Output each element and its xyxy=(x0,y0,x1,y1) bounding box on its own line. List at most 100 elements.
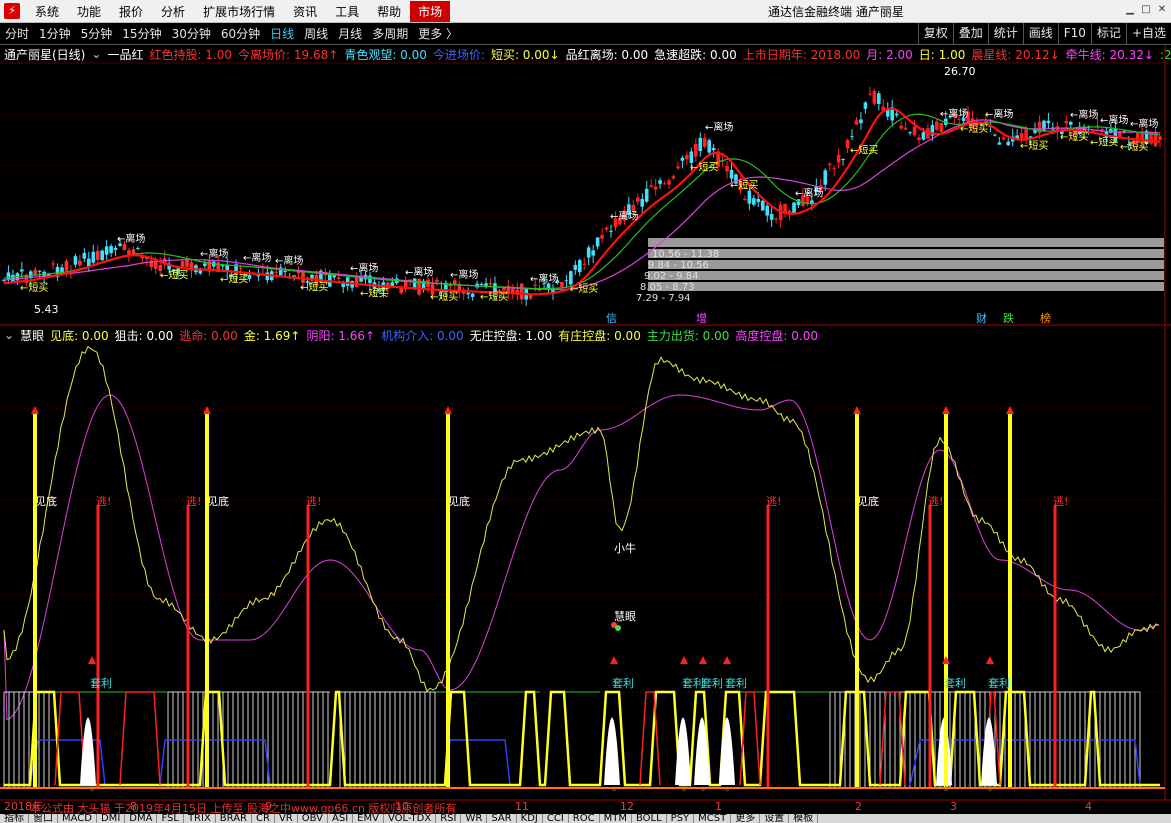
candle-body xyxy=(863,102,868,109)
candle-body xyxy=(711,148,716,151)
indicator-tab-17[interactable]: KDJ xyxy=(517,814,543,823)
taoli-label: 套利 xyxy=(90,677,112,690)
candle-body xyxy=(390,282,395,287)
candle-body xyxy=(600,234,604,239)
indicator-tab-19[interactable]: ROC xyxy=(569,814,600,823)
taoli-label: 套利 xyxy=(725,677,747,690)
indicator-tab-15[interactable]: WR xyxy=(461,814,488,823)
leave-label: ←离场 xyxy=(243,251,271,264)
candle-body xyxy=(28,271,33,278)
jiandi-spike xyxy=(855,412,859,788)
jiandi-label: 见底 xyxy=(448,494,470,508)
jiandi-label: 见底 xyxy=(207,494,229,508)
candle-body xyxy=(662,183,667,185)
jiandi-label: 见底 xyxy=(857,494,879,508)
candle-body xyxy=(877,93,881,105)
tao-spike xyxy=(96,505,100,788)
arrow-up-icon xyxy=(699,656,707,664)
indicator-tab-18[interactable]: CCI xyxy=(543,814,569,823)
candle-body xyxy=(752,198,756,205)
indicator-tab-24[interactable]: 更多 xyxy=(731,814,761,823)
leave-label: ←离场 xyxy=(1070,108,1098,121)
high-price-label: 26.70 xyxy=(944,65,976,78)
candle-body xyxy=(997,142,1002,145)
indicator-tab-5[interactable]: FSL xyxy=(157,814,184,823)
taoli-label: 套利 xyxy=(988,677,1010,690)
indicator-tab-23[interactable]: MCST xyxy=(694,814,732,823)
indicator-tab-26[interactable]: 模板 xyxy=(789,814,819,823)
indicator-tab-25[interactable]: 设置 xyxy=(760,814,790,823)
red-pulse-line xyxy=(119,691,161,786)
candle-body xyxy=(336,277,341,280)
candle-body xyxy=(694,143,698,157)
candle-body xyxy=(470,293,475,297)
price-range-bar xyxy=(648,238,1164,247)
chart-canvas[interactable]: 10.56 - 11.389.84 - 10.569.02 - 9.848.05… xyxy=(0,0,1171,823)
candle-body xyxy=(203,263,207,266)
candle-body xyxy=(341,283,346,288)
candle-body xyxy=(725,166,729,172)
leave-label: ←离场 xyxy=(985,108,1013,121)
indicator-tab-22[interactable]: PSY xyxy=(667,814,695,823)
yinyang-line xyxy=(3,394,1160,721)
indicator-tab-14[interactable]: RSI xyxy=(436,814,462,823)
price-range-bar xyxy=(648,260,1164,269)
buy-label: ←短买 xyxy=(1090,136,1118,149)
arrow-up-icon xyxy=(88,656,96,664)
tao-spike xyxy=(928,505,932,788)
indicator-tab-2[interactable]: MACD xyxy=(58,814,97,823)
indicator-tab-20[interactable]: MTM xyxy=(600,814,632,823)
indicator-tab-bar: 指标 窗口 MACD DMI DMA FSL TRIX BRAR CR VR OBV ASI EMV VO… xyxy=(0,814,1171,823)
candle-body xyxy=(841,159,845,161)
time-axis-label-4: 11 xyxy=(515,800,529,813)
candle-body xyxy=(127,250,131,255)
arrow-up-icon xyxy=(942,406,950,414)
indicator-tab-7[interactable]: BRAR xyxy=(216,814,252,823)
candle-body xyxy=(823,170,828,185)
leave-label: ←离场 xyxy=(1100,114,1128,127)
arrow-up-icon xyxy=(853,406,861,414)
candle-body xyxy=(1001,137,1006,140)
candle-body xyxy=(220,265,225,267)
leave-label: ←离场 xyxy=(705,121,733,134)
tao-spike xyxy=(1053,505,1057,788)
indicator-tab-0[interactable]: 指标 xyxy=(0,814,29,823)
indicator-tab-16[interactable]: SAR xyxy=(487,814,517,823)
price-range-label: 7.29 - 7.94 xyxy=(636,293,691,304)
candle-body xyxy=(595,237,600,247)
tao-label: 逃! xyxy=(766,495,781,508)
indicator-tab-11[interactable]: ASI xyxy=(328,814,354,823)
indicator-tab-1[interactable]: 窗口 xyxy=(29,814,58,823)
candle-body xyxy=(698,137,703,152)
indicator-tab-21[interactable]: BOLL xyxy=(632,814,667,823)
candle-body xyxy=(301,271,305,283)
candle-body xyxy=(153,261,158,269)
indicator-tab-6[interactable]: TRIX xyxy=(184,814,216,823)
candle-body xyxy=(850,136,854,138)
candle-body xyxy=(577,260,582,273)
white-spike xyxy=(694,717,710,785)
indicator-tab-9[interactable]: VR xyxy=(275,814,298,823)
taoli-label: 套利 xyxy=(701,677,723,690)
indicator-tab-12[interactable]: EMV xyxy=(353,814,384,823)
indicator-tab-10[interactable]: OBV xyxy=(298,814,328,823)
candle-body xyxy=(769,214,774,220)
candle-body xyxy=(635,197,640,202)
candle-body xyxy=(917,137,921,141)
indicator-tab-4[interactable]: DMA xyxy=(125,814,158,823)
buy-label: ←短买 xyxy=(300,281,328,294)
candle-body xyxy=(859,119,863,124)
buy-label: ←短买 xyxy=(220,273,248,286)
buy-label: ←短买 xyxy=(850,144,878,157)
price-range-bar xyxy=(648,271,1164,280)
indicator-tab-13[interactable]: VOL-TDX xyxy=(384,814,437,823)
indicator-tab-8[interactable]: CR xyxy=(252,814,275,823)
candle-body xyxy=(519,283,524,300)
indicator-tab-3[interactable]: DMI xyxy=(97,814,126,823)
candle-body xyxy=(667,180,671,185)
leave-label: ←离场 xyxy=(1130,117,1158,130)
formula-watermark: 本公式由 大头猫 于2019年4月15日 上传至 股海之中www.gp66.cn… xyxy=(30,801,456,815)
tao-label: 逃! xyxy=(96,495,111,508)
candle-body xyxy=(37,270,42,272)
buy-label: ←短买 xyxy=(160,268,188,281)
